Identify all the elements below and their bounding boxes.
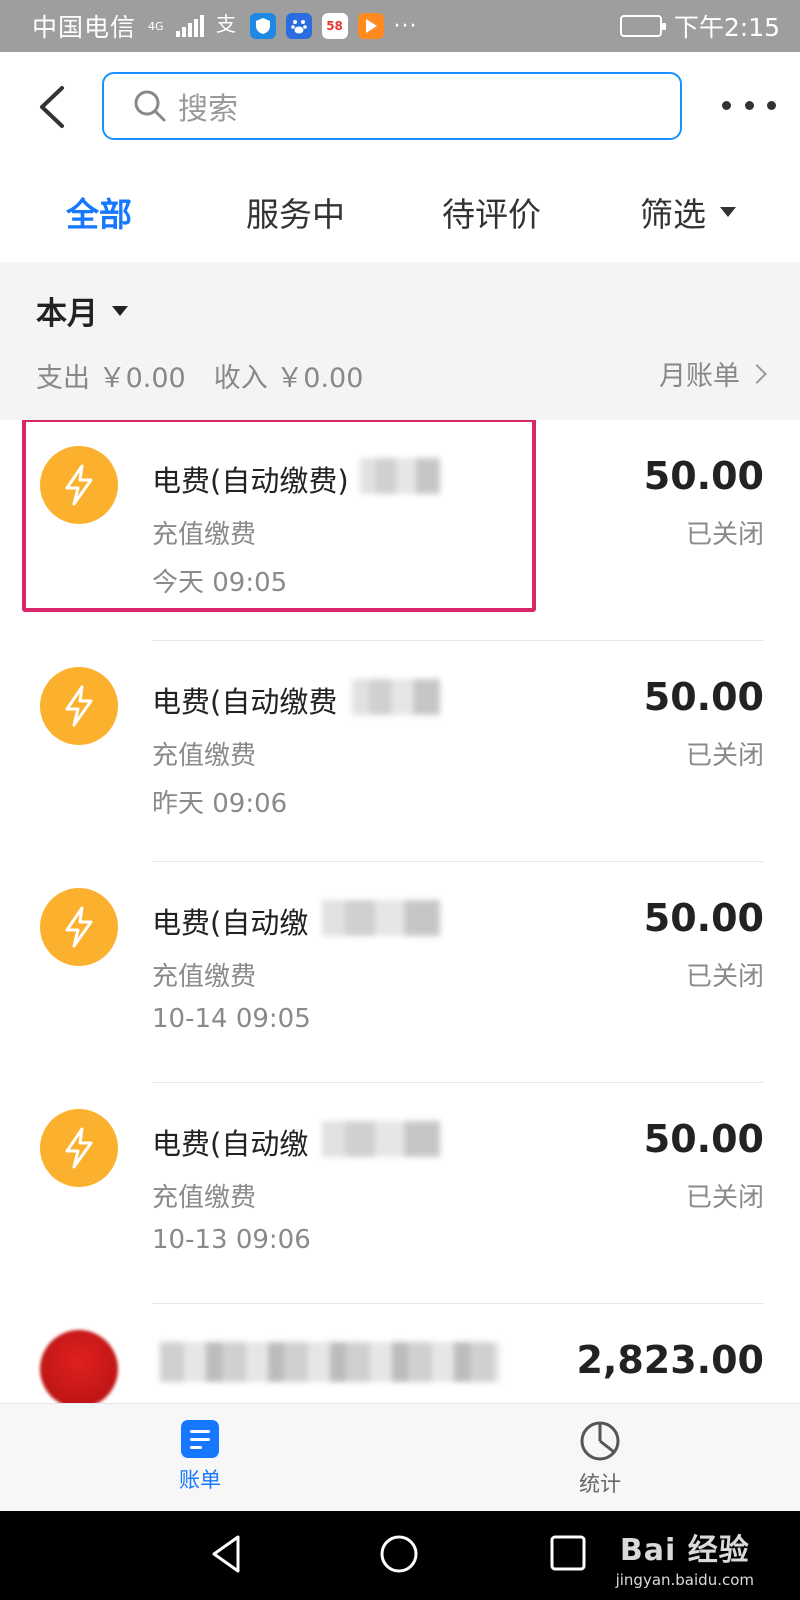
transaction-item[interactable]: 电费(自动缴费) 充值缴费 今天 09:05 50.00 已关闭 <box>0 420 800 641</box>
nav-recents-button[interactable] <box>548 1533 588 1577</box>
network-type: 4G <box>148 20 164 33</box>
expense-total: 支出 ￥0.00 <box>36 363 186 394</box>
month-selector[interactable]: 本月 <box>36 288 128 333</box>
transaction-item[interactable]: 电费(自动缴费 充值缴费 昨天 09:06 50.00 已关闭 <box>0 641 800 862</box>
transaction-title: 电费(自动缴 <box>152 906 309 940</box>
transaction-category: 充值缴费 <box>152 962 257 992</box>
search-input[interactable]: 搜索 <box>102 72 682 140</box>
system-nav-bar: Bai 经验 jingyan.baidu.com <box>0 1511 800 1600</box>
transaction-status: 已关闭 <box>685 1183 764 1213</box>
highlight-box <box>22 420 536 612</box>
square-recents-icon <box>550 1535 586 1571</box>
transaction-time: 10-14 09:05 <box>152 1004 311 1034</box>
tab-bill[interactable]: 账单 <box>140 1420 260 1494</box>
signal-icon <box>175 15 204 37</box>
more-dot-icon <box>744 100 754 110</box>
transaction-status: 已关闭 <box>685 741 764 771</box>
blurred-text <box>322 900 440 936</box>
tab-to-review[interactable]: 待评价 <box>442 188 541 236</box>
blurred-text <box>160 1342 500 1382</box>
search-icon <box>134 90 166 122</box>
tab-in-service[interactable]: 服务中 <box>246 188 345 236</box>
caret-down-icon <box>112 305 128 316</box>
transaction-amount: 50.00 <box>643 454 764 498</box>
carrier-name: 中国电信 <box>32 13 137 42</box>
bottom-tab-bar: 账单 统计 <box>0 1403 800 1511</box>
filter-label: 筛选 <box>640 195 706 234</box>
app-58-icon: 58 <box>321 13 348 39</box>
tab-bill-label: 账单 <box>179 1468 221 1492</box>
monthly-bill-label: 月账单 <box>659 361 740 392</box>
income-total: 收入 ￥0.00 <box>213 363 364 394</box>
filter-tabs: 全部 服务中 待评价 筛选 <box>0 162 800 262</box>
baidu-app-icon <box>285 13 312 39</box>
monthly-bill-link[interactable]: 月账单 <box>659 354 767 393</box>
tab-filter[interactable]: 筛选 <box>640 188 736 236</box>
transaction-status: 已关闭 <box>685 520 764 550</box>
baidu-jingyan-watermark: Bai 经验 jingyan.baidu.com <box>616 1525 754 1589</box>
search-placeholder: 搜索 <box>178 92 238 127</box>
top-header: 搜索 <box>0 52 800 162</box>
status-bar: 中国电信 4G 支 58 ··· 下午2:15 <box>0 0 800 52</box>
tab-all[interactable]: 全部 <box>66 188 132 236</box>
transaction-amount: 50.00 <box>643 675 764 719</box>
lightning-icon <box>40 888 118 966</box>
transaction-title: 电费(自动缴 <box>152 1127 309 1161</box>
back-button[interactable] <box>30 80 80 134</box>
transaction-amount: 50.00 <box>643 1117 764 1161</box>
transaction-item[interactable]: 2,823.00 <box>0 1304 800 1403</box>
merchant-avatar <box>40 1330 118 1403</box>
transaction-category: 充值缴费 <box>152 741 257 771</box>
blurred-text <box>352 679 440 715</box>
transaction-status: 已关闭 <box>685 962 764 992</box>
transaction-item[interactable]: 电费(自动缴 充值缴费 10-14 09:05 50.00 已关闭 <box>0 862 800 1083</box>
triangle-back-icon <box>212 1535 240 1573</box>
more-notifications-icon: ··· <box>393 13 418 39</box>
caret-down-icon <box>720 207 736 217</box>
battery-icon <box>619 15 666 37</box>
transaction-time: 昨天 09:06 <box>152 789 288 819</box>
nav-back-button[interactable] <box>208 1533 244 1579</box>
more-options-button[interactable] <box>722 90 776 120</box>
transaction-category: 充值缴费 <box>152 1183 257 1213</box>
transaction-item[interactable]: 电费(自动缴 充值缴费 10-13 09:06 50.00 已关闭 <box>0 1083 800 1304</box>
more-dot-icon <box>767 100 776 110</box>
circle-home-icon <box>380 1535 418 1573</box>
transaction-amount: 50.00 <box>643 896 764 940</box>
bill-icon <box>181 1420 219 1458</box>
watermark-url: jingyan.baidu.com <box>615 1571 754 1589</box>
more-dot-icon <box>722 100 731 110</box>
chevron-right-icon <box>747 363 767 384</box>
alipay-notify-icon: 支 <box>214 11 240 41</box>
back-arrow-icon <box>40 86 64 128</box>
transaction-list: 电费(自动缴费) 充值缴费 今天 09:05 50.00 已关闭 电费(自动缴费… <box>0 420 800 1403</box>
lightning-icon <box>40 1109 118 1187</box>
shield-app-icon <box>249 13 276 39</box>
tab-stats-label: 统计 <box>579 1472 621 1496</box>
play-app-icon <box>357 13 384 39</box>
tab-stats[interactable]: 统计 <box>540 1420 660 1498</box>
month-label: 本月 <box>36 296 98 332</box>
pie-chart-icon <box>580 1421 620 1461</box>
watermark-main: Bai 经验 <box>619 1533 750 1568</box>
month-summary: 本月 支出 ￥0.00 收入 ￥0.00 月账单 <box>0 262 800 420</box>
transaction-amount: 2,823.00 <box>576 1338 764 1382</box>
transaction-title: 电费(自动缴费 <box>152 685 338 719</box>
status-time: 下午2:15 <box>673 13 780 42</box>
svg-text:支: 支 <box>216 12 236 35</box>
lightning-icon <box>40 667 118 745</box>
blurred-text <box>322 1121 440 1157</box>
transaction-time: 10-13 09:06 <box>152 1225 311 1255</box>
nav-home-button[interactable] <box>378 1533 420 1579</box>
month-totals: 支出 ￥0.00 收入 ￥0.00 <box>36 356 363 395</box>
